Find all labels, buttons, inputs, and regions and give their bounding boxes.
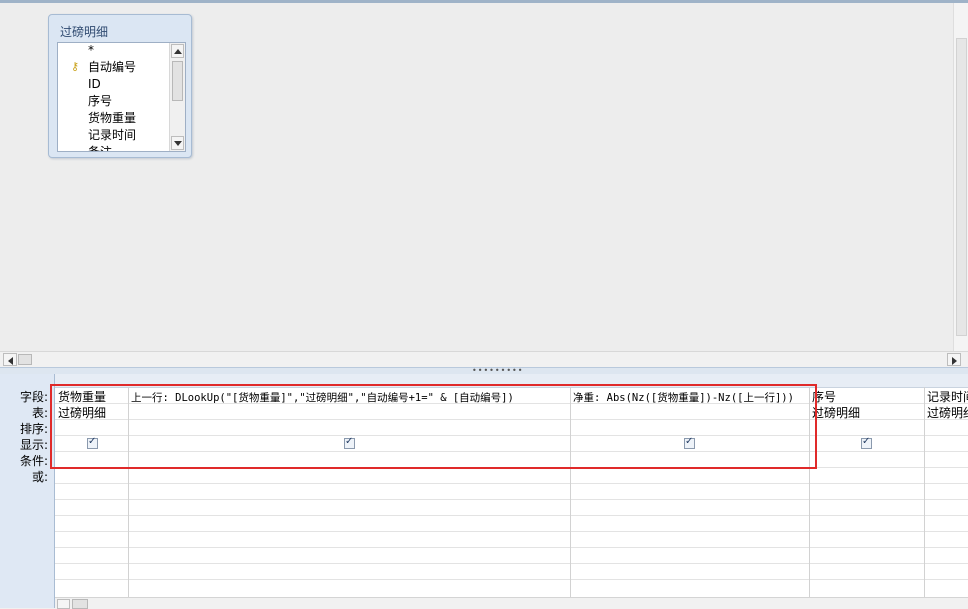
field-item-note[interactable]: 备注	[88, 144, 112, 151]
row-label-field: 字段:	[19, 390, 48, 404]
primary-key-icon: ⚷	[71, 60, 80, 73]
grid-line	[55, 579, 968, 580]
arrow-up-icon	[173, 49, 182, 54]
design-pane-vertical-scrollbar[interactable]	[953, 3, 968, 351]
field-item-seq[interactable]: 序号	[88, 93, 112, 110]
row-label-sort: 排序:	[19, 422, 48, 436]
scrollbar-thumb[interactable]	[172, 61, 183, 101]
field-list[interactable]: * ⚷ 自动编号 ID 序号 货物重量 记录时间 备注	[57, 42, 186, 152]
grid-table-cell[interactable]: 过磅明细	[927, 405, 968, 421]
scroll-down-button[interactable]	[171, 136, 184, 150]
grid-field-cell[interactable]: 记录时间	[927, 389, 968, 405]
grid-column-divider	[924, 387, 925, 598]
row-label-table: 表:	[31, 406, 48, 420]
arrow-left-icon	[7, 357, 13, 365]
grid-row-headers: 字段: 表: 排序: 显示: 条件: 或:	[0, 374, 55, 608]
row-label-show: 显示:	[19, 438, 48, 452]
table-title[interactable]: 过磅明细	[60, 23, 108, 40]
highlight-annotation-box	[50, 384, 817, 469]
grid-field-cell[interactable]: 序号	[812, 389, 922, 405]
grid-table-cell[interactable]: 过磅明细	[812, 405, 922, 421]
arrow-right-icon	[951, 357, 957, 365]
scroll-left-button[interactable]	[3, 353, 17, 366]
scrollbar-thumb[interactable]	[18, 354, 32, 365]
field-item-autonumber[interactable]: 自动编号	[88, 59, 136, 76]
scroll-up-button[interactable]	[171, 44, 184, 58]
row-label-or: 或:	[31, 470, 48, 484]
grid-line	[55, 515, 968, 516]
grid-line	[55, 499, 968, 500]
field-item-record-time[interactable]: 记录时间	[88, 127, 136, 144]
scroll-right-button[interactable]	[947, 353, 961, 366]
grid-line	[55, 547, 968, 548]
field-list-scrollbar[interactable]	[169, 43, 185, 151]
arrow-down-icon	[173, 141, 182, 146]
grid-line	[55, 563, 968, 564]
field-item-weight[interactable]: 货物重量	[88, 110, 136, 127]
table-field-list[interactable]: 过磅明细 * ⚷ 自动编号 ID 序号 货物重量 记录时间 备注	[48, 14, 192, 158]
grid-horizontal-scrollbar[interactable]	[55, 597, 968, 609]
scrollbar-thumb[interactable]	[956, 38, 967, 336]
field-item-all[interactable]: *	[88, 43, 94, 59]
row-label-criteria: 条件:	[19, 454, 48, 468]
show-checkbox[interactable]	[861, 436, 872, 449]
grid-line	[55, 531, 968, 532]
grid-line	[55, 483, 968, 484]
field-item-id[interactable]: ID	[88, 76, 101, 93]
